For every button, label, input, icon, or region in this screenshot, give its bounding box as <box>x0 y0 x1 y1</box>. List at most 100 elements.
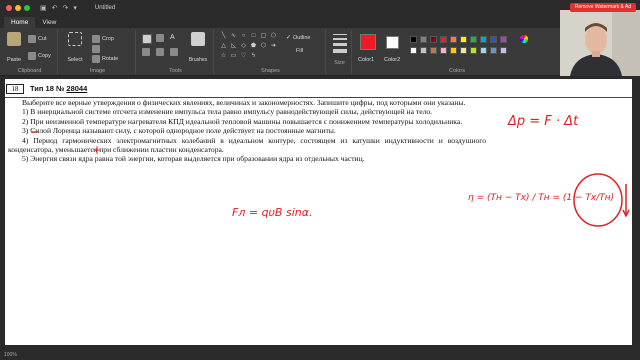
heart-shape-icon[interactable]: ♡ <box>240 53 247 60</box>
resize-icon <box>92 45 100 53</box>
palette-swatch[interactable] <box>500 36 507 43</box>
size-label: Size <box>334 60 345 66</box>
palette-swatch[interactable] <box>430 36 437 43</box>
outline-button[interactable]: ✓ Outline <box>286 34 310 42</box>
cut-button[interactable]: Cut <box>28 35 47 43</box>
color1-swatch[interactable] <box>360 34 376 50</box>
callout-shape-icon[interactable]: ▭ <box>230 53 237 60</box>
palette-swatch[interactable] <box>480 36 487 43</box>
zoom-level: 100% <box>4 352 17 358</box>
undo-icon[interactable]: ↶ <box>52 4 58 12</box>
magnifier-tool[interactable] <box>170 48 178 56</box>
text-tool[interactable]: A <box>170 34 175 41</box>
bucket-icon <box>156 34 164 42</box>
copy-button[interactable]: Copy <box>28 52 51 60</box>
palette-swatch[interactable] <box>440 36 447 43</box>
crop-label: Crop <box>102 36 114 42</box>
tab-view[interactable]: View <box>35 17 63 28</box>
resize-button[interactable] <box>92 45 100 53</box>
palette-swatch[interactable] <box>410 36 417 43</box>
text-icon: A <box>170 34 175 41</box>
color1-label: Color1 <box>358 57 375 63</box>
palette-swatch[interactable] <box>490 47 497 54</box>
palette-swatch[interactable] <box>420 36 427 43</box>
webcam-overlay <box>560 10 640 76</box>
color-wheel-icon <box>520 35 528 43</box>
palette-swatch[interactable] <box>490 36 497 43</box>
colors-group-label: Colors <box>449 68 465 74</box>
minus-mark: − <box>31 127 40 138</box>
shapes-group: ╲ ∿ ○ □ ▢ ⬠ △ ◺ ◇ ⬟ ⬡ ➔ ☆ ▭ ♡ ϟ ✓ Outline… <box>216 30 326 74</box>
size-group[interactable]: Size <box>328 30 352 74</box>
triangle-shape-icon[interactable]: △ <box>220 43 227 50</box>
color2-swatch[interactable] <box>386 36 399 49</box>
rotate-label: Rotate <box>102 56 119 62</box>
chevron-down-icon[interactable]: ▾ <box>73 4 77 12</box>
polygon-shape-icon[interactable]: ⬠ <box>270 33 277 40</box>
fill-tool[interactable] <box>156 34 164 42</box>
edit-colors-button[interactable] <box>520 35 528 43</box>
lorentz-formula: Fл = qυB sinα. <box>232 206 313 219</box>
color2-label: Color2 <box>384 57 401 63</box>
rotate-icon <box>92 55 100 63</box>
rectangle-shape-icon[interactable]: □ <box>250 33 257 40</box>
brushes-button[interactable]: Brushes <box>188 32 208 66</box>
palette-swatch[interactable] <box>450 36 457 43</box>
task-item-4: 4) Период гармонических электромагнитных… <box>8 135 486 155</box>
hexagon-shape-icon[interactable]: ⬡ <box>260 43 267 50</box>
palette-swatch[interactable] <box>480 47 487 54</box>
scissors-icon <box>28 35 36 43</box>
remove-watermark-button[interactable]: Remove Watermark & Ad <box>570 3 636 12</box>
palette-swatch[interactable] <box>500 47 507 54</box>
palette-swatch[interactable] <box>450 47 457 54</box>
clipboard-group-label: Clipboard <box>17 68 42 74</box>
palette-swatch[interactable] <box>440 47 447 54</box>
diamond-shape-icon[interactable]: ◇ <box>240 43 247 50</box>
palette-swatch[interactable] <box>470 36 477 43</box>
palette-swatch[interactable] <box>460 36 467 43</box>
star-shape-icon[interactable]: ☆ <box>220 53 227 60</box>
select-icon <box>68 32 82 46</box>
ribbon-tabs: Home View <box>0 16 640 28</box>
pentagon-shape-icon[interactable]: ⬟ <box>250 43 257 50</box>
color-picker-tool[interactable] <box>156 48 164 56</box>
crop-button[interactable]: Crop <box>92 35 114 43</box>
task-number: 18 <box>6 84 24 94</box>
rounded-rect-shape-icon[interactable]: ▢ <box>260 33 267 40</box>
brushes-label: Brushes <box>188 57 208 63</box>
eraser-tool[interactable] <box>142 48 150 56</box>
window-controls <box>6 5 30 11</box>
redo-icon[interactable]: ↷ <box>63 4 69 12</box>
palette-swatch[interactable] <box>470 47 477 54</box>
palette-swatch[interactable] <box>410 47 417 54</box>
shapes-group-label: Shapes <box>261 68 280 74</box>
paste-button[interactable]: Paste <box>6 32 22 66</box>
tab-home[interactable]: Home <box>4 17 36 28</box>
close-window-button[interactable] <box>6 5 12 11</box>
arrow-shape-icon[interactable]: ➔ <box>270 43 277 50</box>
pencil-tool[interactable] <box>142 34 152 44</box>
curve-shape-icon[interactable]: ∿ <box>230 33 237 40</box>
minimize-window-button[interactable] <box>15 5 21 11</box>
palette-swatch[interactable] <box>430 47 437 54</box>
fill-button[interactable]: Fill <box>296 48 303 54</box>
right-triangle-shape-icon[interactable]: ◺ <box>230 43 237 50</box>
task-id-link[interactable]: 28044 <box>66 84 87 93</box>
colors-group: Color1 Color2 Colors <box>354 30 560 74</box>
task-header: Тип 18 № 28044 <box>30 84 87 93</box>
palette-swatch[interactable] <box>420 47 427 54</box>
select-button[interactable]: Select <box>66 32 84 66</box>
palette-swatch[interactable] <box>460 47 467 54</box>
title-bar: ▣ ↶ ↷ ▾ Untitled <box>0 0 640 16</box>
oval-shape-icon[interactable]: ○ <box>240 33 247 40</box>
window-title: Untitled <box>94 5 116 11</box>
status-bar: 100% <box>0 350 640 360</box>
maximize-window-button[interactable] <box>24 5 30 11</box>
brush-icon <box>191 32 205 46</box>
line-width-icon <box>333 34 347 53</box>
line-shape-icon[interactable]: ╲ <box>220 33 227 40</box>
lightning-shape-icon[interactable]: ϟ <box>250 53 257 60</box>
image-group-label: Image <box>89 68 106 74</box>
rotate-button[interactable]: Rotate <box>92 55 118 63</box>
save-icon[interactable]: ▣ <box>40 4 47 12</box>
